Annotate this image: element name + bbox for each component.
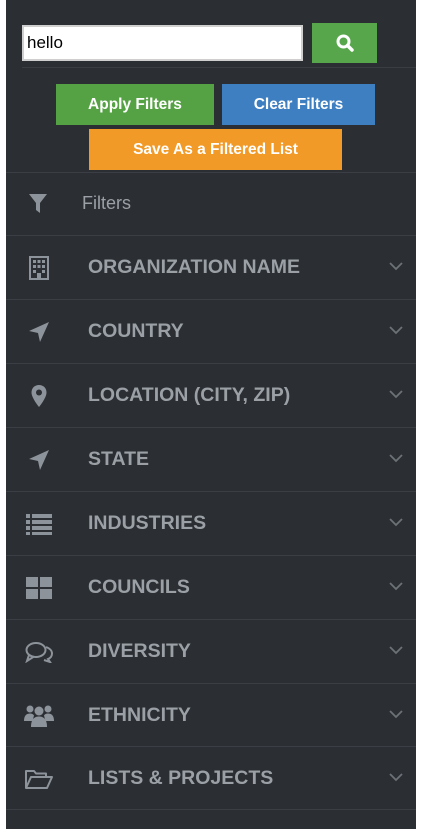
funnel-icon (29, 194, 47, 213)
search-input[interactable] (22, 25, 303, 61)
chevron-down-icon (389, 454, 403, 463)
chevron-down-icon (389, 646, 403, 655)
filter-item-location[interactable]: LOCATION (CITY, ZIP) (6, 364, 416, 427)
filter-item-label: ETHNICITY (88, 704, 191, 726)
chevron-down-icon (389, 390, 403, 399)
filters-header: Filters (6, 173, 416, 235)
filter-item-label: LISTS & PROJECTS (88, 767, 274, 789)
chevron-down-icon (389, 710, 403, 719)
filters-header-label: Filters (82, 193, 131, 213)
chevron-down-icon (389, 582, 403, 591)
search-button[interactable] (312, 23, 377, 63)
filter-item-label: DIVERSITY (88, 640, 191, 662)
chevron-down-icon (389, 262, 403, 271)
filter-item-councils[interactable]: COUNCILS (6, 556, 416, 619)
filter-item-diversity[interactable]: DIVERSITY (6, 620, 416, 683)
save-filtered-list-button[interactable]: Save As a Filtered List (89, 129, 342, 170)
apply-filters-button[interactable]: Apply Filters (56, 84, 214, 125)
chevron-down-icon (389, 773, 403, 782)
divider (6, 809, 416, 810)
filter-item-lists-projects[interactable]: LISTS & PROJECTS (6, 747, 416, 810)
clear-filters-button[interactable]: Clear Filters (222, 84, 375, 125)
users-icon (24, 702, 54, 730)
map-marker-icon (24, 382, 54, 410)
filter-item-organization-name[interactable]: ORGANIZATION NAME (6, 236, 416, 299)
folder-open-icon (24, 765, 54, 793)
filter-sidebar: Apply Filters Clear Filters Save As a Fi… (6, 0, 416, 829)
filter-item-state[interactable]: STATE (6, 428, 416, 491)
search-bar (22, 23, 416, 68)
filter-item-country[interactable]: COUNTRY (6, 300, 416, 363)
chevron-down-icon (389, 518, 403, 527)
filter-item-label: COUNCILS (88, 576, 190, 598)
filter-item-label: LOCATION (CITY, ZIP) (88, 384, 291, 406)
filter-item-label: ORGANIZATION NAME (88, 256, 300, 278)
comments-icon (24, 638, 54, 666)
filter-item-label: INDUSTRIES (88, 512, 207, 534)
search-icon (336, 34, 354, 52)
filter-item-label: STATE (88, 448, 150, 470)
filter-item-label: COUNTRY (88, 320, 184, 342)
location-arrow-icon (24, 318, 54, 346)
building-icon (24, 254, 54, 282)
chevron-down-icon (389, 326, 403, 335)
filter-item-ethnicity[interactable]: ETHNICITY (6, 684, 416, 747)
filter-item-industries[interactable]: INDUSTRIES (6, 492, 416, 555)
location-arrow-icon (24, 446, 54, 474)
grid-icon (24, 574, 54, 602)
list-icon (24, 510, 54, 538)
